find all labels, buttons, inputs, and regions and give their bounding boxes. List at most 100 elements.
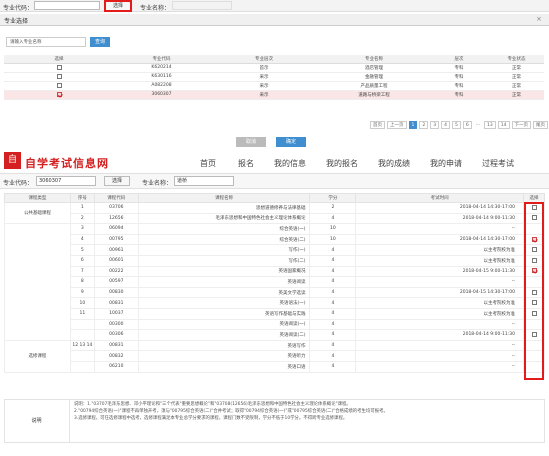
course-credit: 4 (309, 360, 357, 373)
table-row: 00832 英语听力 4 -- (5, 350, 545, 362)
page-14[interactable]: 14 (497, 121, 510, 129)
page-ellipsis: ... (473, 121, 483, 129)
filter-name-label: 专业名称： (142, 180, 173, 187)
page-prev[interactable]: 上一页 (387, 121, 407, 129)
table-row: 4 00795 综合英语(二) 10 2018-04-14 14:30-17:00 (5, 233, 545, 246)
course-name: 综合英语(二) (137, 233, 311, 246)
major-tier: 专科 (429, 72, 489, 82)
exam-time: 以主考院校为准 (355, 307, 524, 320)
major-name: 酒店管理 (319, 63, 429, 73)
major-code-label: 专业代码： (3, 5, 34, 12)
filter-name-field: 道桥 (174, 176, 234, 186)
page-5[interactable]: 5 (452, 121, 461, 129)
major-status: 正常 (489, 90, 544, 100)
course-code: 06210 (93, 360, 139, 373)
course-code: 00601 (93, 254, 139, 267)
nav-my-info[interactable]: 我的信息 (274, 158, 306, 169)
course-seq: 11 (69, 307, 95, 320)
page-4[interactable]: 4 (441, 121, 450, 129)
table-row: 2 12656 毛泽东思想和中国特色社会主义理论体系概论 4 2018-04-14 9:… (5, 212, 545, 225)
major-status: 正常 (489, 72, 544, 82)
course-seq: 10 (69, 297, 95, 309)
table-row[interactable]: A082208 采示 产品质量工程 专科 正常 (4, 81, 544, 91)
select-major-button[interactable]: 选择 (104, 0, 132, 12)
page-last[interactable]: 尾页 (533, 121, 549, 129)
nav-process-exam[interactable]: 过程考试 (482, 158, 514, 169)
course-credit: 10 (309, 233, 357, 246)
table-row: 8 00597 英语阅读 4 -- (5, 276, 545, 288)
course-code: 00222 (93, 265, 139, 278)
course-seq: 5 (69, 244, 95, 256)
major-code: K620214 (114, 63, 209, 73)
column-header: 课程名称 (137, 193, 311, 203)
course-name: 英美文学选读 (137, 286, 311, 299)
major-name-label: 专业名称： (140, 5, 171, 12)
course-seq: 8 (69, 276, 95, 288)
course-credit: 10 (309, 223, 357, 235)
table-row: 10 00831 英语语法(一) 4 以主考院校为准 (5, 297, 545, 309)
note-text: 说明：1."03707毛泽东思想、邓小平理论和"三个代表"重要思想概论"和"03… (74, 401, 542, 422)
row-checkbox[interactable] (56, 64, 62, 70)
page-3[interactable]: 3 (430, 121, 440, 129)
course-credit: 4 (309, 297, 357, 309)
table-row[interactable]: K630116 采示 金融管理 专科 正常 (4, 72, 544, 82)
course-name: 英语阅读 (137, 276, 311, 288)
major-code: K630116 (114, 72, 209, 82)
search-button[interactable]: 查询 (90, 37, 110, 47)
course-code: 00306 (93, 329, 139, 341)
table-row[interactable]: K620214 首示 酒店管理 专科 正常 (4, 63, 544, 73)
course-name: 思想道德修养与法律基础 (137, 202, 311, 214)
select-column-highlight (524, 202, 544, 380)
course-name: 英语阅读(一) (137, 318, 311, 331)
major-status: 正常 (489, 81, 544, 91)
page-next[interactable]: 下一页 (511, 121, 532, 129)
filter-code-input[interactable]: 3060307 (36, 176, 96, 186)
page-6[interactable]: 6 (462, 121, 472, 129)
table-row-selected[interactable]: 3060307 采示 道路与桥梁工程 专科 正常 (4, 90, 544, 100)
major-level: 采示 (209, 90, 319, 100)
row-checkbox[interactable] (56, 82, 62, 88)
course-credit: 4 (309, 286, 357, 299)
major-code: 3060307 (114, 90, 209, 100)
major-level: 采示 (209, 72, 319, 82)
row-checkbox[interactable] (56, 73, 62, 79)
nav-register[interactable]: 报名 (238, 158, 254, 169)
close-icon[interactable]: × (536, 15, 542, 23)
major-level: 首示 (209, 63, 319, 73)
course-seq: 7 (69, 265, 95, 278)
note-line: 2."00794综合英语(一)"课程不再单独开考，须与"00795综合英语(二)… (74, 409, 388, 414)
page-first[interactable]: 首页 (370, 121, 385, 129)
course-group: 公共基础课程 (4, 201, 71, 225)
nav-my-registration[interactable]: 我的报名 (326, 158, 358, 169)
nav-my-applications[interactable]: 我的申请 (430, 158, 462, 169)
column-header: 专业名称 (319, 55, 429, 64)
major-status: 正常 (489, 63, 544, 73)
column-header: 课程代码 (93, 193, 139, 203)
exam-time: 2018-04-14 9:00-11:30 (355, 329, 524, 341)
course-credit: 4 (309, 329, 357, 341)
row-checkbox-checked[interactable] (56, 91, 62, 97)
course-code: 00597 (93, 276, 139, 288)
course-code: 12656 (93, 212, 139, 225)
note-line: 3.选修课程，可任选修课程中选考，选修课程满足本专业总学分要求的课程，课程门数不… (74, 416, 348, 421)
nav-home[interactable]: 首页 (200, 158, 216, 169)
page-1[interactable]: 1 (408, 121, 418, 129)
page-13[interactable]: 13 (484, 121, 496, 129)
pagination: 首页 上一页 1 2 3 4 5 6 ... 13 14 下一页 尾页 (370, 121, 549, 130)
confirm-button[interactable]: 确定 (276, 137, 306, 147)
column-header: 层次 (429, 55, 489, 64)
exam-time: 以主考院校为准 (355, 254, 524, 267)
exam-time: 2018-04-15 9:00-11:30 (355, 265, 524, 278)
course-code: 00961 (93, 244, 139, 256)
course-name: 英语口语 (137, 360, 311, 373)
cancel-button[interactable]: 取消 (236, 137, 266, 147)
nav-my-scores[interactable]: 我的成绩 (378, 158, 410, 169)
note-line: 说明：1."03707毛泽东思想、邓小平理论和"三个代表"重要思想概论"和"03… (74, 402, 351, 407)
course-credit: 4 (309, 350, 357, 362)
exam-time: -- (355, 223, 524, 235)
major-search-input[interactable]: 请输入专业名称 (6, 37, 86, 47)
course-name: 英语听力 (137, 350, 311, 362)
page-2[interactable]: 2 (419, 121, 429, 129)
major-code-input[interactable] (34, 1, 100, 10)
filter-select-button[interactable]: 选择 (104, 176, 130, 186)
